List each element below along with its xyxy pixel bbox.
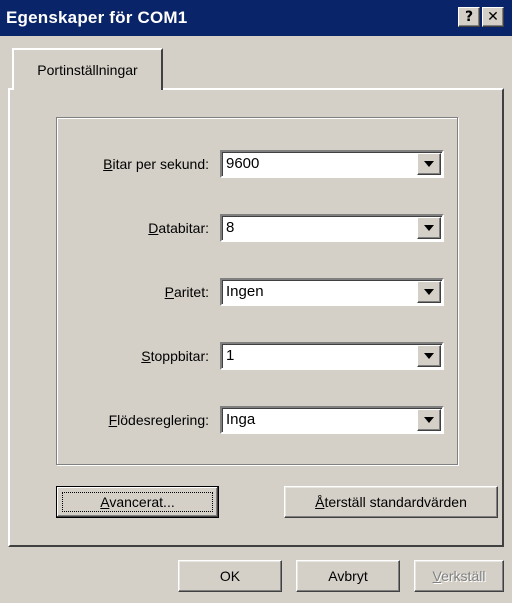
tab-join	[14, 87, 161, 91]
chevron-down-icon[interactable]	[417, 345, 441, 367]
cancel-button[interactable]: Avbryt	[296, 560, 400, 592]
bits-per-second-label-text: itar per sekund:	[112, 156, 210, 172]
parity-label: Paritet:	[165, 282, 209, 302]
parity-label-text: aritet:	[173, 284, 209, 300]
restore-label-text: terställ standardvärden	[324, 494, 467, 510]
bits-per-second-label: Bitar per sekund:	[103, 154, 209, 174]
data-bits-accel: D	[148, 220, 159, 236]
chevron-down-icon[interactable]	[417, 409, 441, 431]
flow-control-label: Flödesreglering:	[109, 410, 209, 430]
apply-button-label: Verkställ	[433, 568, 486, 584]
stop-bits-label: Stoppbitar:	[141, 346, 209, 366]
data-bits-value: 8	[226, 219, 235, 236]
chevron-down-icon[interactable]	[417, 153, 441, 175]
close-button[interactable]: ✕	[482, 7, 504, 27]
apply-button[interactable]: Verkställ	[414, 560, 504, 592]
apply-accel: V	[432, 568, 442, 584]
flow-control-accel: F	[108, 412, 118, 428]
title-bar[interactable]: Egenskaper för COM1 ? ✕	[0, 0, 512, 36]
parity-value: Ingen	[226, 283, 264, 300]
flow-control-value: Inga	[226, 411, 256, 428]
bits-per-second-accel: B	[103, 156, 113, 172]
parity-select[interactable]: Ingen	[220, 278, 444, 306]
apply-label-text: erkställ	[441, 568, 486, 584]
bits-per-second-value: 9600	[226, 155, 260, 172]
chevron-down-icon[interactable]	[417, 217, 441, 239]
advanced-button[interactable]: Avancerat...	[56, 486, 219, 518]
ok-button[interactable]: OK	[178, 560, 282, 592]
properties-dialog: Egenskaper för COM1 ? ✕ Portinställninga…	[0, 0, 512, 603]
cancel-button-label: Avbryt	[328, 568, 368, 584]
focus-rectangle	[62, 492, 213, 512]
stop-bits-select[interactable]: 1	[220, 342, 444, 370]
parity-accel: P	[164, 284, 174, 300]
flow-control-label-text: lödesreglering:	[117, 412, 209, 428]
window-title: Egenskaper för COM1	[6, 8, 188, 27]
bits-per-second-select[interactable]: 9600	[220, 150, 444, 178]
tab-port-settings[interactable]: Portinställningar	[12, 48, 163, 90]
flow-control-select[interactable]: Inga	[220, 406, 444, 434]
tab-label: Portinställningar	[37, 62, 138, 78]
help-button[interactable]: ?	[458, 7, 480, 27]
restore-defaults-button[interactable]: Återställ standardvärden	[284, 486, 498, 518]
chevron-down-icon[interactable]	[417, 281, 441, 303]
restore-defaults-label: Återställ standardvärden	[315, 494, 467, 510]
stop-bits-label-text: toppbitar:	[150, 348, 209, 364]
stop-bits-value: 1	[226, 347, 235, 364]
close-icon: ✕	[487, 9, 499, 25]
data-bits-select[interactable]: 8	[220, 214, 444, 242]
data-bits-label: Databitar:	[148, 218, 209, 238]
ok-button-label: OK	[219, 568, 241, 584]
data-bits-label-text: atabitar:	[158, 220, 209, 236]
stop-bits-accel: S	[141, 348, 151, 364]
help-icon: ?	[464, 9, 474, 25]
